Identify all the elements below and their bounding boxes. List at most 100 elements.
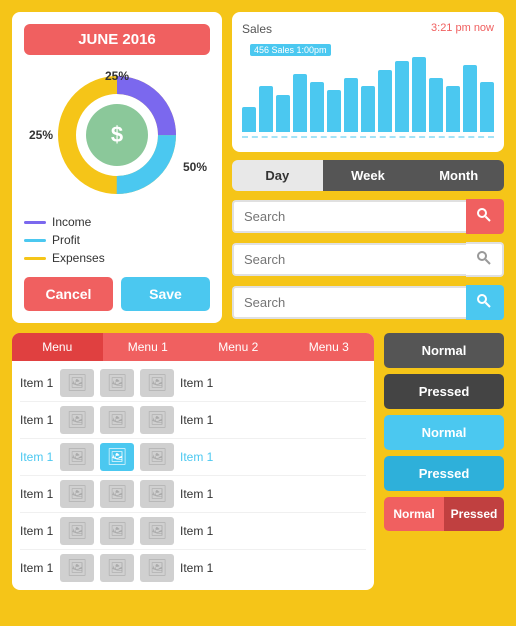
chart-title: Sales: [242, 22, 272, 36]
legend-expenses-label: Expenses: [52, 251, 105, 265]
img-placeholder-1a: 🖼: [60, 369, 94, 397]
search-button-1-pressed[interactable]: [466, 199, 504, 234]
tabs-row: Day Week Month: [232, 160, 504, 191]
donut-label-right: 50%: [183, 160, 207, 174]
menu-item-3[interactable]: Menu 3: [284, 333, 375, 361]
chart-area: Sales 3:21 pm now 456 Sales 1:00pm: [232, 12, 504, 152]
list-item: Item 1 🖼 🖼 🖼 Item 1: [20, 439, 366, 476]
img-placeholder-4b: 🖼: [100, 480, 134, 508]
donut-label-left: 25%: [29, 128, 53, 142]
bottom-btn-row: Normal Pressed: [384, 497, 504, 531]
search-button-3-blue[interactable]: [466, 285, 504, 320]
chart-bar: [463, 65, 477, 132]
list-text-4b: Item 1: [180, 487, 214, 501]
list-panel: Menu Menu 1 Menu 2 Menu 3 Item 1 🖼 🖼 🖼 I…: [12, 333, 374, 590]
chart-bar: [344, 78, 358, 132]
img-placeholder-3c: 🖼: [140, 443, 174, 471]
list-text-5b: Item 1: [180, 524, 214, 538]
search-icon-2: [476, 250, 492, 266]
list-text-1a: Item 1: [20, 376, 54, 390]
search-row-1: [232, 199, 504, 234]
donut-center-icon: $: [86, 104, 148, 166]
list-body: Item 1 🖼 🖼 🖼 Item 1 Item 1 🖼 🖼 🖼 Item 1: [12, 361, 374, 590]
state-btn-normal-dark[interactable]: Normal: [384, 333, 504, 368]
chart-bar: [327, 90, 341, 132]
left-panel: JUNE 2016 $ 25% 25% 50%: [12, 12, 222, 323]
list-text-2a: Item 1: [20, 413, 54, 427]
chart-bar: [310, 82, 324, 132]
img-placeholder-6b: 🖼: [100, 554, 134, 582]
img-placeholder-5a: 🖼: [60, 517, 94, 545]
bottom-row: Menu Menu 1 Menu 2 Menu 3 Item 1 🖼 🖼 🖼 I…: [12, 333, 504, 590]
chart-inner: 456 Sales 1:00pm: [242, 42, 494, 142]
tab-week[interactable]: Week: [323, 160, 414, 191]
chart-bar: [378, 70, 392, 133]
img-placeholder-5c: 🖼: [140, 517, 174, 545]
legend-profit-label: Profit: [52, 233, 80, 247]
state-btn-normal-blue[interactable]: Normal: [384, 415, 504, 450]
list-item: Item 1 🖼 🖼 🖼 Item 1: [20, 402, 366, 439]
list-item: Item 1 🖼 🖼 🖼 Item 1: [20, 550, 366, 586]
chart-bar: [259, 86, 273, 132]
img-placeholder-2c: 🖼: [140, 406, 174, 434]
search-input-2[interactable]: [232, 243, 466, 276]
list-item: Item 1 🖼 🖼 🖼 Item 1: [20, 476, 366, 513]
menu-bar: Menu Menu 1 Menu 2 Menu 3: [12, 333, 374, 361]
tab-month[interactable]: Month: [413, 160, 504, 191]
action-buttons: Cancel Save: [24, 277, 210, 311]
chart-baseline: [242, 136, 494, 138]
list-text-6a: Item 1: [20, 561, 54, 575]
list-item: Item 1 🖼 🖼 🖼 Item 1: [20, 513, 366, 550]
list-text-5a: Item 1: [20, 524, 54, 538]
chart-bar: [395, 61, 409, 132]
search-row-2: [232, 242, 504, 277]
search-button-2-normal[interactable]: [466, 242, 504, 277]
search-icon-3: [476, 293, 492, 309]
chart-bar: [242, 107, 256, 132]
legend-profit: Profit: [24, 233, 210, 247]
img-placeholder-2b: 🖼: [100, 406, 134, 434]
chart-bar: [361, 86, 375, 132]
search-input-3[interactable]: [232, 286, 466, 319]
legend-income: Income: [24, 215, 210, 229]
menu-item-2[interactable]: Menu 2: [193, 333, 284, 361]
legend-expenses-color: [24, 257, 46, 260]
chart-legend: Income Profit Expenses: [24, 215, 210, 265]
list-text-3b: Item 1: [180, 450, 214, 464]
save-button[interactable]: Save: [121, 277, 210, 311]
state-btn-pressed-blue[interactable]: Pressed: [384, 456, 504, 491]
tab-day[interactable]: Day: [232, 160, 323, 191]
legend-profit-color: [24, 239, 46, 242]
chart-time: 3:21 pm now: [431, 22, 494, 36]
chart-bar: [446, 86, 460, 132]
state-buttons-panel: Normal Pressed Normal Pressed Normal Pre…: [384, 333, 504, 590]
cancel-button[interactable]: Cancel: [24, 277, 113, 311]
img-placeholder-3b: 🖼: [100, 443, 134, 471]
list-text-6b: Item 1: [180, 561, 214, 575]
state-btn-pressed-dark[interactable]: Pressed: [384, 374, 504, 409]
search-icon-1: [476, 207, 492, 223]
chart-header: Sales 3:21 pm now: [242, 22, 494, 36]
img-placeholder-6c: 🖼: [140, 554, 174, 582]
list-text-3a: Item 1: [20, 450, 54, 464]
chart-bar: [480, 82, 494, 132]
menu-item-0[interactable]: Menu: [12, 333, 103, 361]
bar-label: 456 Sales 1:00pm: [250, 44, 331, 56]
donut-chart: $ 25% 25% 50%: [47, 65, 187, 205]
search-input-1[interactable]: [232, 200, 466, 233]
list-text-1b: Item 1: [180, 376, 214, 390]
img-placeholder-3a: 🖼: [60, 443, 94, 471]
img-placeholder-4a: 🖼: [60, 480, 94, 508]
chart-bar: [429, 78, 443, 132]
list-text-4a: Item 1: [20, 487, 54, 501]
bottom-btn-normal[interactable]: Normal: [384, 497, 444, 531]
img-placeholder-5b: 🖼: [100, 517, 134, 545]
chart-bar: [293, 74, 307, 132]
menu-item-1[interactable]: Menu 1: [103, 333, 194, 361]
legend-income-label: Income: [52, 215, 91, 229]
legend-expenses: Expenses: [24, 251, 210, 265]
img-placeholder-6a: 🖼: [60, 554, 94, 582]
chart-bar: [276, 95, 290, 133]
img-placeholder-1b: 🖼: [100, 369, 134, 397]
bottom-btn-pressed[interactable]: Pressed: [444, 497, 504, 531]
